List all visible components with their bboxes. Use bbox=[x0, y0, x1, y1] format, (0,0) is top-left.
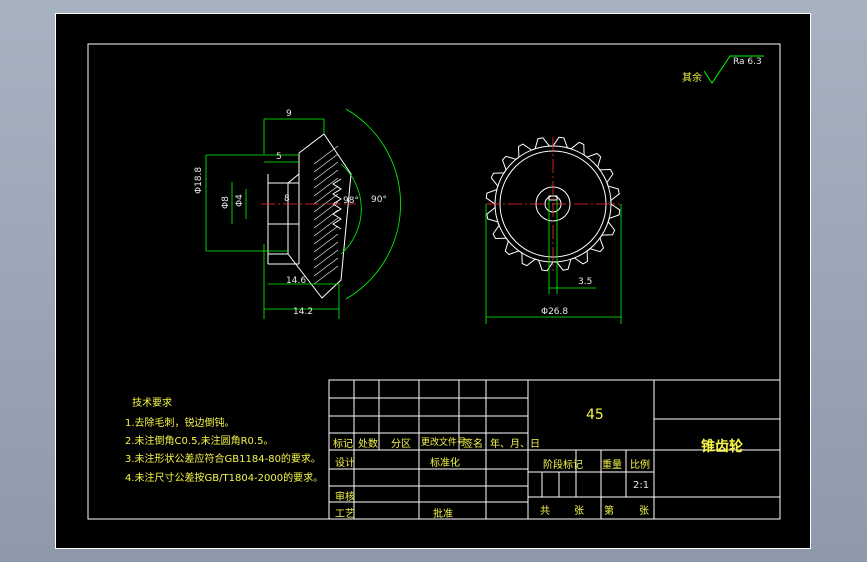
section-dimensions bbox=[205, 108, 401, 319]
dim-top: 9 bbox=[286, 109, 292, 119]
section-view bbox=[205, 108, 401, 319]
approve-label: 批准 bbox=[433, 509, 453, 520]
part-name: 锥齿轮 bbox=[701, 439, 743, 455]
front-view bbox=[485, 136, 622, 324]
tech-req-heading: 技术要求 bbox=[132, 398, 172, 409]
tech-req-item: 1.去除毛刺，锐边倒钝。 bbox=[125, 418, 235, 429]
scale-label: 比例 bbox=[630, 460, 650, 471]
hatch-line bbox=[313, 265, 339, 285]
design-label: 设计 bbox=[335, 458, 355, 469]
sheet-unit-label: 张 bbox=[639, 506, 649, 517]
roughness-value: Ra 6.3 bbox=[733, 57, 762, 67]
cad-viewport[interactable]: 其余 Ra 6.3 9 5 Φ18.8 Φ8 Φ4 8 98° 90° 14.6… bbox=[0, 0, 867, 562]
stage-mark-label: 阶段标记 bbox=[543, 460, 583, 471]
rev-header: 分区 bbox=[391, 439, 411, 450]
dim-five: 5 bbox=[276, 152, 282, 162]
dim-tip-diameter: Φ26.8 bbox=[541, 307, 569, 317]
roughness-prefix: 其余 bbox=[682, 73, 702, 84]
hatch-line bbox=[313, 249, 339, 269]
hatch-line bbox=[313, 161, 339, 181]
dim-bore-length: 8 bbox=[284, 194, 290, 204]
weight-label: 重量 bbox=[602, 460, 622, 471]
dim-hub-diameter: Φ8 bbox=[221, 196, 231, 209]
sheet-no-label: 第 bbox=[604, 506, 614, 517]
tech-req-item: 2.未注倒角C0.5,未注圆角R0.5。 bbox=[125, 436, 274, 447]
rev-header: 标记 bbox=[333, 439, 353, 450]
dim-length-inner: 14.6 bbox=[286, 276, 307, 286]
dim-key-width: 3.5 bbox=[578, 277, 593, 287]
hatch-line bbox=[313, 153, 339, 173]
rev-header: 更改文件号 bbox=[421, 438, 467, 448]
hatch-line bbox=[313, 257, 339, 277]
review-label: 审核 bbox=[335, 492, 355, 503]
hatch-line bbox=[313, 225, 339, 245]
front-centerlines bbox=[486, 137, 620, 271]
process-label: 工艺 bbox=[335, 509, 355, 520]
dim-bore-diameter: Φ4 bbox=[235, 194, 245, 207]
sheet-total-label: 共 bbox=[540, 506, 550, 517]
scale-value: 2:1 bbox=[633, 480, 650, 491]
rev-header: 处数 bbox=[358, 439, 378, 450]
tech-req-item: 4.未注尺寸公差按GB/T1804-2000的要求。 bbox=[125, 473, 324, 484]
dim-outer-diameter: Φ18.8 bbox=[194, 166, 204, 194]
standardize-label: 标准化 bbox=[430, 458, 460, 469]
dim-angle-outer: 90° bbox=[371, 195, 387, 205]
drawing-sheet: 其余 Ra 6.3 9 5 Φ18.8 Φ8 Φ4 8 98° 90° 14.6… bbox=[55, 13, 811, 549]
hatch-line bbox=[313, 233, 339, 253]
dim-length-total: 14.2 bbox=[293, 307, 314, 317]
hatch-line bbox=[313, 217, 339, 237]
dim-angle-inner: 98° bbox=[343, 196, 359, 206]
hatch-line bbox=[313, 241, 339, 261]
rev-header: 年、月、日 bbox=[490, 439, 540, 450]
rev-header: 签名 bbox=[463, 439, 483, 450]
tech-req-item: 3.未注形状公差应符合GB1184-80的要求。 bbox=[125, 454, 321, 465]
sheet-unit-label: 张 bbox=[574, 506, 584, 517]
material-label: 45 bbox=[586, 407, 604, 423]
